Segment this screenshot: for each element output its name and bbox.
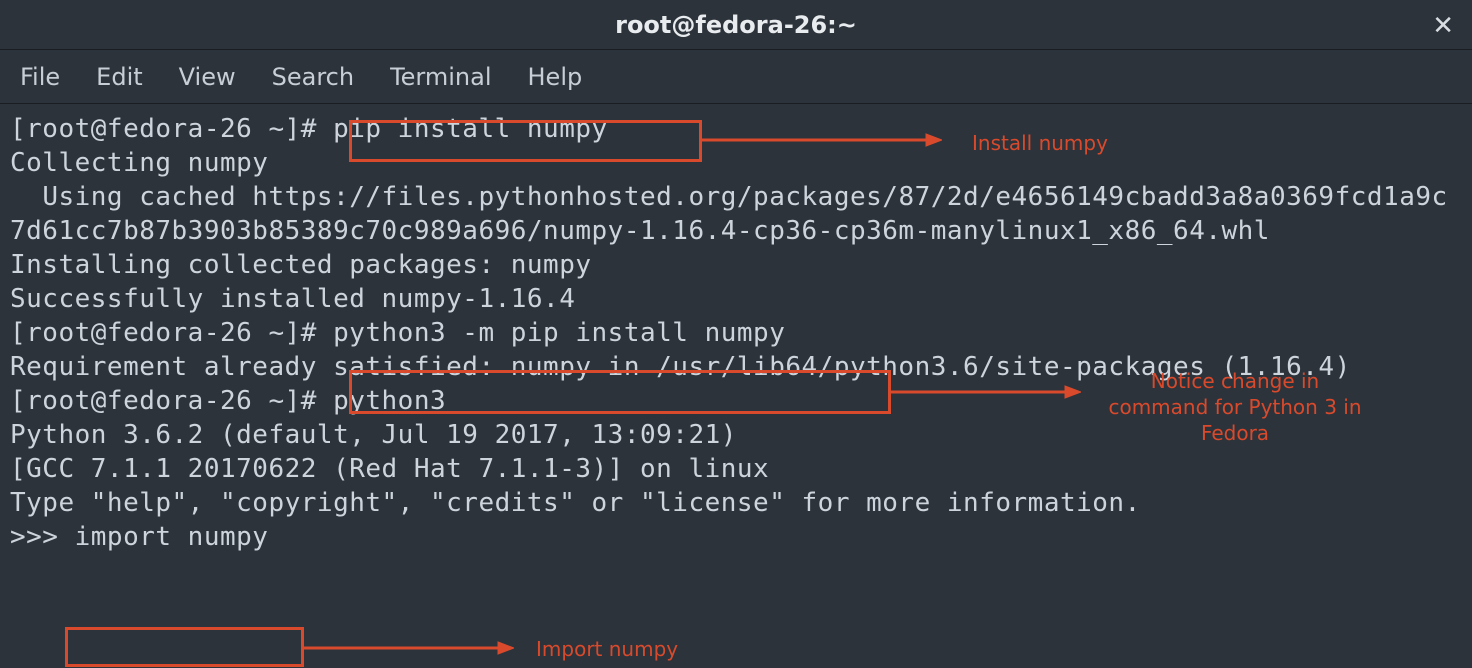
highlight-box-3 [65,627,304,667]
terminal-line: Using cached https://files.pythonhosted.… [10,180,1462,248]
menu-file[interactable]: File [20,63,60,91]
arrow-3 [304,638,514,658]
terminal-output[interactable]: [root@fedora-26 ~]# pip install numpyCol… [0,104,1472,554]
terminal-line: >>> import numpy [10,520,1462,554]
menu-search[interactable]: Search [272,63,354,91]
terminal-line: Successfully installed numpy-1.16.4 [10,282,1462,316]
menu-bar: File Edit View Search Terminal Help [0,50,1472,104]
terminal-line: [root@fedora-26 ~]# python3 [10,384,1462,418]
menu-edit[interactable]: Edit [96,63,142,91]
window-title: root@fedora-26:~ [615,11,857,39]
terminal-line: Installing collected packages: numpy [10,248,1462,282]
terminal-line: Collecting numpy [10,146,1462,180]
menu-view[interactable]: View [179,63,236,91]
terminal-line: Python 3.6.2 (default, Jul 19 2017, 13:0… [10,418,1462,452]
close-icon[interactable]: ✕ [1432,12,1454,38]
menu-terminal[interactable]: Terminal [390,63,491,91]
terminal-line: [GCC 7.1.1 20170622 (Red Hat 7.1.1-3)] o… [10,452,1462,486]
terminal-line: [root@fedora-26 ~]# pip install numpy [10,112,1462,146]
menu-help[interactable]: Help [528,63,583,91]
terminal-line: Requirement already satisfied: numpy in … [10,350,1462,384]
terminal-line: [root@fedora-26 ~]# python3 -m pip insta… [10,316,1462,350]
annotation-import-numpy: Import numpy [536,636,678,662]
window-titlebar: root@fedora-26:~ ✕ [0,0,1472,50]
terminal-line: Type "help", "copyright", "credits" or "… [10,486,1462,520]
